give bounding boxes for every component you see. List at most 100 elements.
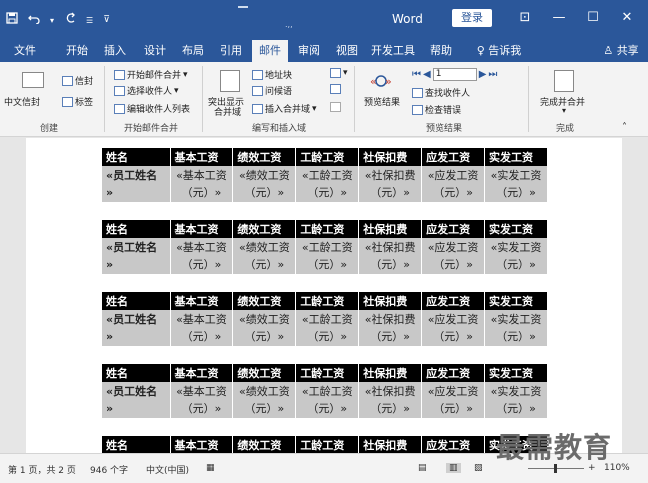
edit-recipient-list-button[interactable]: 编辑收件人列表 (114, 102, 190, 115)
tab-help[interactable]: 帮助 (426, 40, 456, 62)
merge-field-cell[interactable]: «基本工资 （元）» (170, 238, 234, 275)
check-errors-button[interactable]: 检查错误 (412, 103, 461, 116)
envelope-button[interactable]: 信封 (62, 74, 93, 87)
table-header-cell[interactable]: 姓名 (102, 220, 171, 238)
table-header-cell[interactable]: 社保扣费 (358, 292, 423, 310)
word-count[interactable]: 946 个字 (90, 463, 128, 476)
labels-button[interactable]: 标签 (62, 95, 93, 108)
address-block-button[interactable]: 地址块 (252, 68, 292, 81)
table-header-cell[interactable]: 绩效工资 (232, 148, 297, 166)
table-header-cell[interactable]: 绩效工资 (232, 220, 297, 238)
chevron-down-icon[interactable]: ▾ (562, 106, 566, 115)
merge-table[interactable]: 姓名 基本工资 绩效工资 工龄工资 社保扣费 应发工资 实发工资 «员工姓名 » «基本工资 （元）… (102, 292, 548, 347)
merge-field-cell[interactable]: «绩效工资 （元）» (232, 238, 297, 275)
last-record-icon[interactable]: ⏭ (488, 69, 497, 80)
first-record-icon[interactable]: ⏮ (412, 69, 421, 80)
preview-results-icon-wrap[interactable]: «» (370, 72, 392, 90)
table-header-cell[interactable]: 基本工资 (170, 220, 234, 238)
merge-field-cell[interactable]: «社保扣费 （元）» (358, 238, 423, 275)
merge-field-cell[interactable]: «实发工资 （元）» (484, 238, 548, 275)
table-header-cell[interactable]: 工龄工资 (295, 220, 360, 238)
table-header-cell[interactable]: 社保扣费 (358, 364, 423, 382)
match-fields-button[interactable] (330, 84, 341, 94)
tab-home[interactable]: 开始 (62, 40, 92, 62)
highlight-fields-icon[interactable] (220, 70, 240, 92)
merge-field-cell[interactable]: «绩效工资 （元）» (232, 166, 297, 203)
merge-field-cell[interactable]: «工龄工资 （元）» (295, 382, 360, 419)
table-header-cell[interactable]: 基本工资 (170, 292, 234, 310)
table-header-cell[interactable]: 工龄工资 (295, 292, 360, 310)
merge-field-cell[interactable]: «绩效工资 （元）» (232, 310, 297, 347)
tab-design[interactable]: 设计 (140, 40, 170, 62)
select-recipients-button[interactable]: 选择收件人 ▾ (114, 84, 179, 97)
merge-field-cell[interactable]: «基本工资 （元）» (170, 166, 234, 203)
table-header-cell[interactable]: 应发工资 (421, 148, 486, 166)
chinese-envelope-label[interactable]: 中文信封 (4, 95, 40, 108)
merge-field-cell[interactable]: «社保扣费 （元）» (358, 382, 423, 419)
table-header-cell[interactable]: 工龄工资 (295, 436, 360, 453)
merge-table[interactable]: 姓名 基本工资 绩效工资 工龄工资 社保扣费 应发工资 实发工资 «员工姓名 » «基本工资 （元）… (102, 220, 548, 275)
macro-icon[interactable]: ▦ (206, 463, 215, 473)
merge-field-cell[interactable]: «员工姓名 » (102, 166, 171, 203)
merge-field-cell[interactable]: «应发工资 （元）» (421, 382, 486, 419)
merge-field-cell[interactable]: «应发工资 （元）» (421, 310, 486, 347)
table-header-cell[interactable]: 实发工资 (484, 148, 548, 166)
tab-layout[interactable]: 布局 (178, 40, 208, 62)
merge-field-cell[interactable]: «绩效工资 （元）» (232, 382, 297, 419)
merge-field-cell[interactable]: «工龄工资 （元）» (295, 238, 360, 275)
merge-field-cell[interactable]: «基本工资 （元）» (170, 310, 234, 347)
touch-mode-icon[interactable]: ☰ (86, 16, 93, 25)
update-labels-button[interactable] (330, 102, 341, 112)
table-header-cell[interactable]: 社保扣费 (358, 148, 423, 166)
preview-results-label[interactable]: 预览结果 (364, 95, 400, 108)
table-header-cell[interactable]: 姓名 (102, 292, 171, 310)
collapse-ribbon-icon[interactable]: ˄ (622, 122, 627, 133)
maximize-icon[interactable]: ☐ (576, 8, 610, 28)
table-header-cell[interactable]: 姓名 (102, 148, 171, 166)
page-info[interactable]: 第 1 页，共 2 页 (8, 463, 76, 476)
previous-record-icon[interactable]: ◀ (423, 69, 431, 80)
customize-qat-icon[interactable]: ⊽ (103, 15, 110, 25)
document-page[interactable]: 姓名 基本工资 绩效工资 工龄工资 社保扣费 应发工资 实发工资 «员工姓名» «基本工资 （元）… (26, 138, 622, 453)
table-header-cell[interactable]: 姓名 (102, 436, 171, 453)
merge-field-cell[interactable]: «实发工资 （元）» (484, 310, 548, 347)
merge-field-cell[interactable]: «员工姓名 » (102, 382, 171, 419)
table-header-cell[interactable]: 姓名 (102, 364, 171, 382)
tab-tell-me[interactable]: ♀ 告诉我 (470, 40, 528, 62)
table-header-cell[interactable]: 工龄工资 (295, 364, 360, 382)
save-icon[interactable] (6, 12, 18, 28)
merge-field-cell[interactable]: «社保扣费 （元）» (358, 166, 423, 203)
tab-mailings[interactable]: 邮件 (252, 40, 288, 62)
tab-review[interactable]: 审阅 (294, 40, 324, 62)
table-header-cell[interactable]: 基本工资 (170, 148, 234, 166)
rules-button[interactable]: ▾ (330, 68, 348, 78)
table-header-cell[interactable]: 实发工资 (484, 220, 548, 238)
ribbon-display-icon[interactable]: ⊡ (508, 8, 542, 28)
table-header-cell[interactable]: 基本工资 (170, 364, 234, 382)
merge-table[interactable]: 姓名 基本工资 绩效工资 工龄工资 社保扣费 应发工资 实发工资 «员工姓名 » «基本工资 （元）… (102, 364, 548, 419)
next-record-icon[interactable]: ▶ (479, 69, 487, 80)
close-icon[interactable]: ✕ (610, 8, 644, 28)
table-header-cell[interactable]: 绩效工资 (232, 436, 297, 453)
table-header-cell[interactable]: 工龄工资 (295, 148, 360, 166)
table-header-cell[interactable]: 绩效工资 (232, 364, 297, 382)
chinese-envelope-button[interactable] (22, 72, 44, 88)
merge-table[interactable]: 姓名 基本工资 绩效工资 工龄工资 社保扣费 应发工资 实发工资 «员工姓名 » «基本工资 （元）… (102, 148, 548, 203)
tab-insert[interactable]: 插入 (100, 40, 130, 62)
table-header-cell[interactable]: 实发工资 (484, 364, 548, 382)
table-header-cell[interactable]: 实发工资 (484, 292, 548, 310)
finish-merge-icon[interactable] (554, 70, 574, 92)
tab-references[interactable]: 引用 (216, 40, 246, 62)
greeting-line-button[interactable]: 问候语 (252, 84, 292, 97)
merge-field-cell[interactable]: «工龄工资 （元）» (295, 166, 360, 203)
table-header-cell[interactable]: 应发工资 (421, 436, 486, 453)
share-button[interactable]: ♙ 共享 (600, 40, 642, 62)
merge-field-cell[interactable]: «应发工资 （元）» (421, 238, 486, 275)
table-header-cell[interactable]: 应发工资 (421, 292, 486, 310)
table-header-cell[interactable]: 社保扣费 (358, 220, 423, 238)
find-recipient-button[interactable]: 查找收件人 (412, 86, 470, 99)
merge-table[interactable]: 姓名 基本工资 绩效工资 工龄工资 社保扣费 应发工资 实发工资 (102, 436, 548, 453)
document-area[interactable]: 姓名 基本工资 绩效工资 工龄工资 社保扣费 应发工资 实发工资 «员工姓名» «基本工资 （元）… (0, 138, 648, 453)
tab-developer[interactable]: 开发工具 (370, 40, 416, 62)
web-layout-icon[interactable]: ▧ (474, 463, 483, 473)
